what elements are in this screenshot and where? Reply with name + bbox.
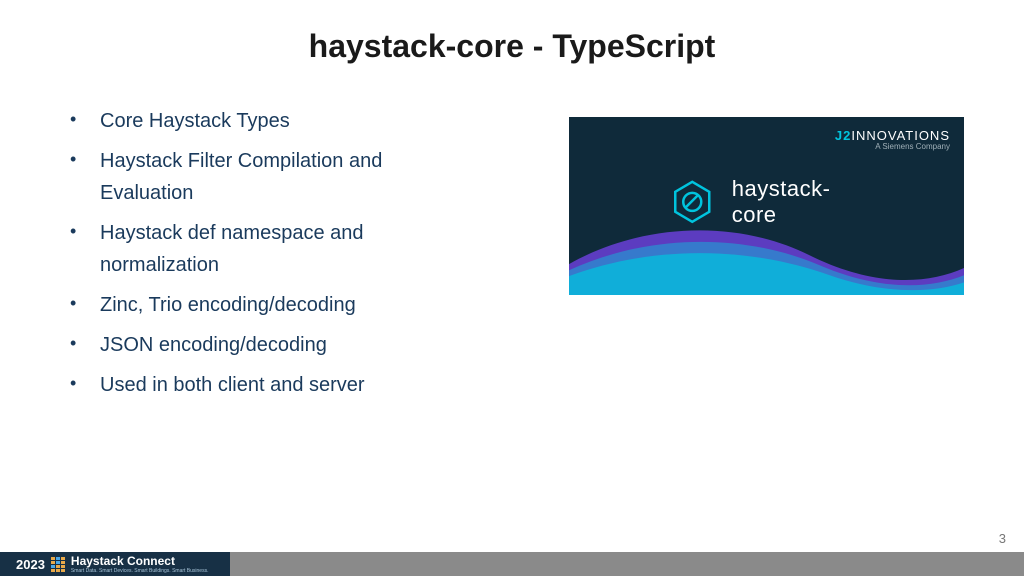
j2-logo: J2INNOVATIONS A Siemens Company <box>835 129 950 152</box>
wave-graphic <box>569 210 964 295</box>
library-banner: J2INNOVATIONS A Siemens Company haystack… <box>569 117 964 295</box>
brand-subtitle: A Siemens Company <box>835 143 950 152</box>
footer-year: 2023 <box>16 557 45 572</box>
list-item: Haystack def namespace and normalization <box>60 217 440 281</box>
list-item: Zinc, Trio encoding/decoding <box>60 289 440 321</box>
footer-bar: 2023 Haystack Connect Smart Data. Smart … <box>0 552 1024 576</box>
list-item: Used in both client and server <box>60 369 440 401</box>
footer-conference: Haystack Connect <box>71 554 209 568</box>
brand-prefix: J2 <box>835 128 851 143</box>
list-item: JSON encoding/decoding <box>60 329 440 361</box>
list-item: Core Haystack Types <box>60 105 440 137</box>
slide-title: haystack-core - TypeScript <box>0 0 1024 65</box>
tiles-icon <box>51 557 65 572</box>
page-number: 3 <box>999 531 1006 546</box>
brand-name: INNOVATIONS <box>851 128 950 143</box>
slide-content: Core Haystack Types Haystack Filter Comp… <box>0 65 1024 409</box>
footer-stripe <box>230 552 1024 576</box>
footer-tagline: Smart Data. Smart Devices. Smart Buildin… <box>71 569 209 574</box>
list-item: Haystack Filter Compilation and Evaluati… <box>60 145 440 209</box>
footer-logo: 2023 Haystack Connect Smart Data. Smart … <box>0 552 230 576</box>
bullet-list: Core Haystack Types Haystack Filter Comp… <box>60 105 569 409</box>
